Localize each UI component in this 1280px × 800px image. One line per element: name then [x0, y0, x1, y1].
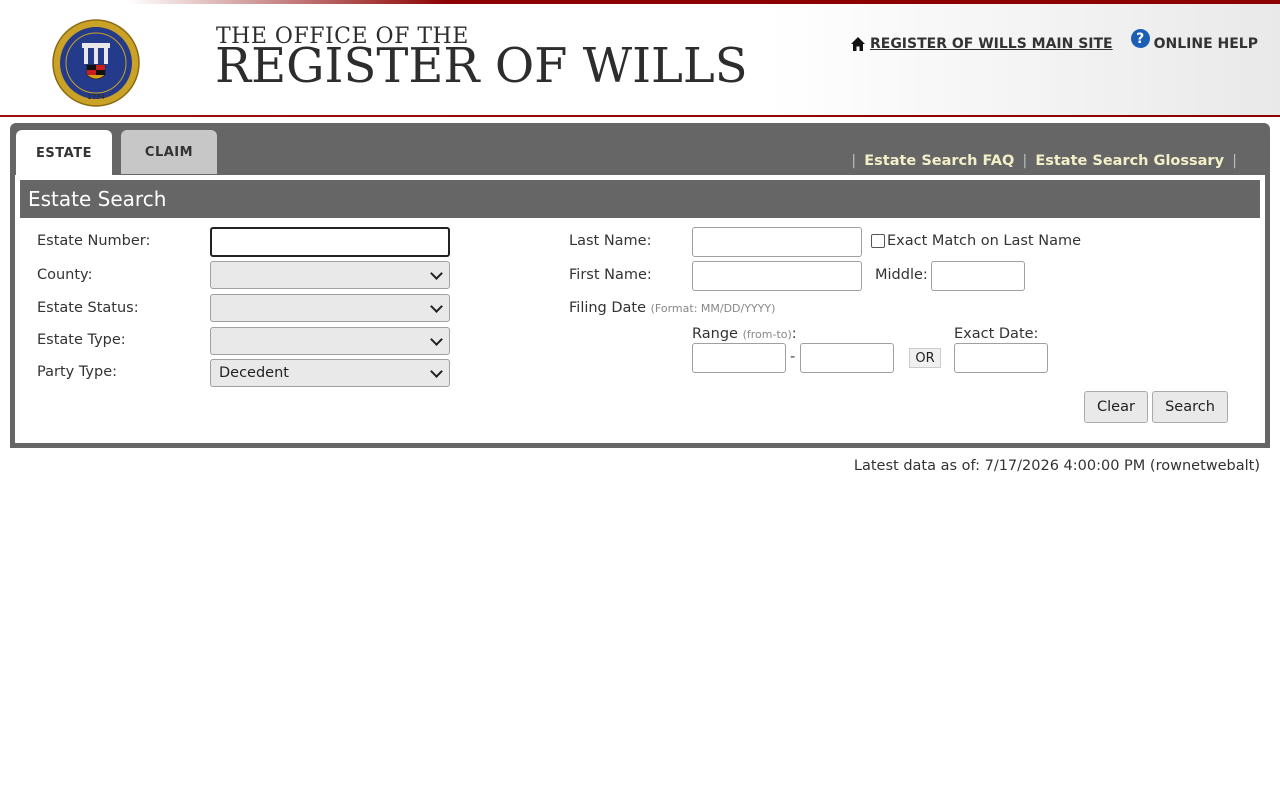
header-title: REGISTER OF WILLS	[215, 38, 748, 94]
estate-search-faq-link[interactable]: Estate Search FAQ	[864, 153, 1014, 169]
main-site-link-label: REGISTER OF WILLS MAIN SITE	[869, 35, 1113, 52]
main-site-link[interactable]: REGISTER OF WILLS MAIN SITE	[850, 36, 1113, 52]
online-help-link[interactable]: ? ONLINE HELP	[1130, 29, 1258, 53]
county-select[interactable]	[210, 261, 450, 289]
estate-type-label: Estate Type:	[37, 332, 126, 348]
filing-date-format-hint: (Format: MM/DD/YYYY)	[650, 302, 776, 315]
header-divider	[0, 115, 1280, 117]
chevron-down-icon	[430, 299, 443, 313]
clear-button[interactable]: Clear	[1084, 391, 1148, 423]
exact-date-input[interactable]	[954, 343, 1048, 373]
home-icon	[850, 36, 865, 51]
first-name-label: First Name:	[569, 267, 652, 283]
first-name-input[interactable]	[692, 261, 862, 291]
party-type-select[interactable]: Decedent	[210, 359, 450, 387]
last-name-input[interactable]	[692, 227, 862, 257]
search-button[interactable]: Search	[1152, 391, 1228, 423]
estate-search-glossary-link[interactable]: Estate Search Glossary	[1035, 153, 1224, 169]
search-panel: ESTATE CLAIM | Estate Search FAQ | Estat…	[10, 123, 1270, 448]
search-form: Estate Search Estate Number: County: Est…	[15, 175, 1265, 443]
chevron-down-icon	[430, 332, 443, 346]
seal-year-text: 1774	[87, 93, 105, 101]
range-from-input[interactable]	[692, 343, 786, 373]
range-to-input[interactable]	[800, 343, 894, 373]
chevron-down-icon	[430, 364, 443, 378]
estate-type-select[interactable]	[210, 327, 450, 355]
exact-match-label: Exact Match on Last Name	[887, 233, 1082, 249]
middle-name-input[interactable]	[931, 261, 1025, 291]
chevron-down-icon	[430, 266, 443, 280]
last-name-label: Last Name:	[569, 233, 652, 249]
online-help-label: ONLINE HELP	[1153, 35, 1258, 52]
range-label: Range (from-to):	[692, 326, 797, 342]
estate-number-label: Estate Number:	[37, 233, 151, 249]
exact-date-label: Exact Date:	[954, 326, 1039, 342]
section-title: Estate Search	[20, 180, 1260, 218]
county-label: County:	[37, 267, 93, 283]
site-header: 1774 THE OFFICE OF THE REGISTER OF WILLS…	[0, 4, 1280, 116]
range-dash: -	[790, 349, 796, 365]
panel-help-links: | Estate Search FAQ | Estate Search Glos…	[851, 153, 1237, 169]
party-type-label: Party Type:	[37, 364, 118, 380]
question-icon: ?	[1130, 29, 1150, 48]
estate-status-select[interactable]	[210, 294, 450, 322]
estate-number-input[interactable]	[210, 227, 450, 257]
or-separator: OR	[909, 348, 941, 368]
exact-match-checkbox[interactable]	[871, 234, 885, 248]
estate-status-label: Estate Status:	[37, 300, 139, 316]
middle-label: Middle:	[875, 267, 928, 283]
tab-estate[interactable]: ESTATE	[16, 130, 112, 176]
maryland-seal-icon: 1774	[52, 19, 140, 107]
latest-data-timestamp: Latest data as of: 7/17/2026 4:00:00 PM …	[853, 458, 1260, 474]
filing-date-label: Filing Date (Format: MM/DD/YYYY)	[569, 300, 776, 316]
tab-claim[interactable]: CLAIM	[121, 130, 217, 174]
header-links: REGISTER OF WILLS MAIN SITE ? ONLINE HEL…	[850, 29, 1258, 53]
